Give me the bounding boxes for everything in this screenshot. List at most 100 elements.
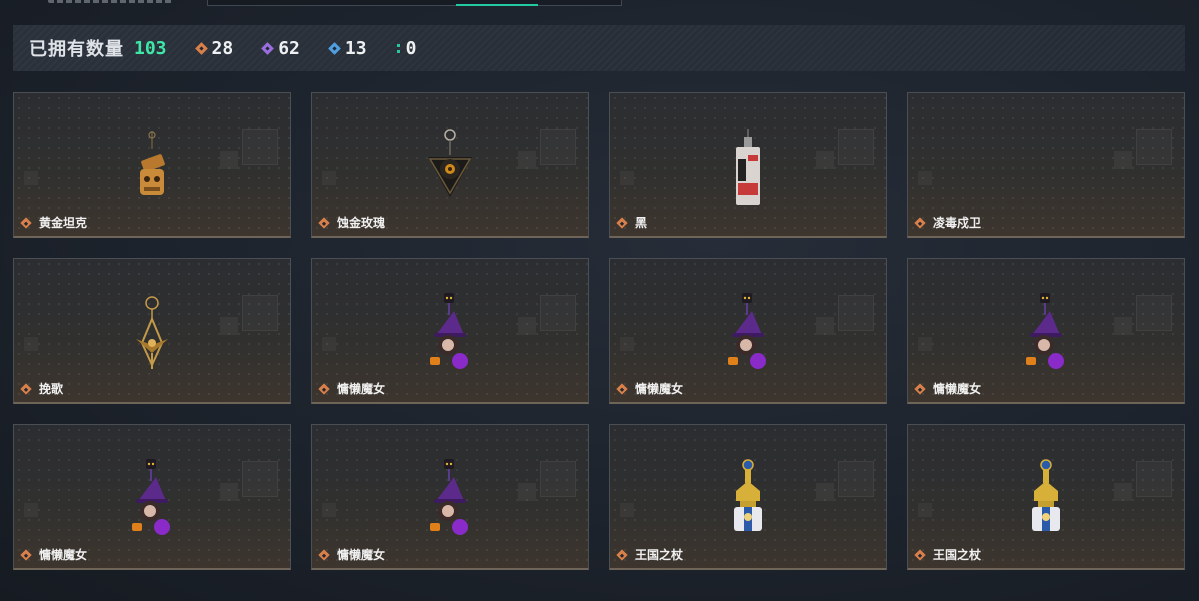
card-background-pattern	[838, 129, 874, 165]
card-background-pattern	[918, 171, 932, 185]
charm-card[interactable]: 蚀金玫瑰	[311, 92, 589, 238]
owned-stats-bar: 已拥有数量 103 28 62 13 0	[13, 25, 1185, 71]
orange-rarity-counter: 28	[194, 37, 234, 59]
card-name-row: 挽歌	[20, 380, 64, 397]
charm-name: 挽歌	[39, 382, 64, 396]
charm-name: 慵懒魔女	[933, 382, 982, 396]
blue-rarity-counter: 13	[328, 37, 367, 59]
card-background-pattern	[322, 171, 336, 185]
card-background-pattern	[838, 461, 874, 497]
card-background-pattern	[816, 483, 834, 501]
card-name-row: 慵懒魔女	[318, 380, 386, 397]
charm-name: 王国之杖	[635, 548, 684, 562]
blue-diamond-icon	[328, 41, 341, 55]
counter-value: 62	[278, 37, 300, 59]
charm-card[interactable]: 黑	[609, 92, 887, 238]
purple-rarity-counter: 62	[261, 37, 300, 59]
card-name-row: 慵懒魔女	[20, 546, 88, 563]
charm-card[interactable]: 慵懒魔女	[907, 258, 1185, 404]
counter-value: 0	[405, 37, 417, 59]
card-background-pattern	[540, 129, 576, 165]
card-name-row: 黑	[616, 214, 648, 231]
card-background-pattern	[518, 151, 536, 169]
charm-card[interactable]: 慵懒魔女	[13, 424, 291, 570]
card-name-row: 蚀金玫瑰	[318, 214, 386, 231]
section-title-cropped	[48, 0, 173, 3]
counter-value: 13	[344, 37, 367, 59]
red-card-charm-image	[735, 128, 761, 206]
kingdom-scepter-charm-image	[1031, 459, 1061, 532]
card-background-pattern	[838, 295, 874, 331]
charm-name: 慵懒魔女	[337, 382, 386, 396]
rarity-diamond-icon	[318, 382, 330, 395]
active-tab-indicator	[456, 4, 538, 6]
charm-name: 黑	[635, 216, 648, 230]
card-background-pattern	[220, 317, 238, 335]
rarity-diamond-icon	[616, 382, 628, 395]
card-background-pattern	[220, 483, 238, 501]
owned-count-total: 103	[134, 37, 167, 59]
card-name-row: 慵懒魔女	[914, 380, 982, 397]
charm-name: 慵懒魔女	[635, 382, 684, 396]
charm-card[interactable]: 凌毒戍卫	[907, 92, 1185, 238]
card-name-row: 王国之杖	[914, 546, 981, 563]
rarity-diamond-icon	[914, 548, 926, 561]
charm-card[interactable]: 黄金坦克	[13, 92, 291, 238]
card-background-pattern	[1136, 295, 1172, 331]
card-background-pattern	[1136, 129, 1172, 165]
charm-name: 黄金坦克	[39, 216, 88, 230]
card-background-pattern	[918, 503, 932, 517]
rarity-diamond-icon	[914, 216, 926, 229]
charm-name: 慵懒魔女	[337, 548, 386, 562]
charm-name: 蚀金玫瑰	[337, 216, 386, 230]
witch-charm-image	[429, 459, 469, 536]
card-background-pattern	[1114, 483, 1132, 501]
teal-rarity-counter: 0	[396, 37, 417, 59]
rarity-diamond-icon	[20, 548, 32, 561]
teal-dots-icon	[396, 43, 400, 53]
card-background-pattern	[242, 295, 278, 331]
rarity-diamond-icon	[616, 216, 628, 229]
counter-value: 28	[211, 37, 234, 59]
rarity-diamond-icon	[318, 216, 330, 229]
card-background-pattern	[540, 295, 576, 331]
card-background-pattern	[322, 503, 336, 517]
card-background-pattern	[1136, 461, 1172, 497]
card-background-pattern	[620, 337, 634, 351]
charm-card[interactable]: 慵懒魔女	[311, 258, 589, 404]
card-background-pattern	[918, 337, 932, 351]
rarity-diamond-icon	[616, 548, 628, 561]
card-name-row: 凌毒戍卫	[914, 214, 982, 231]
card-name-row: 黄金坦克	[20, 214, 88, 231]
black-rose-charm-image	[427, 129, 473, 198]
gold-compass-charm-image	[135, 296, 169, 370]
witch-charm-image	[429, 293, 469, 370]
charm-name: 慵懒魔女	[39, 548, 88, 562]
card-background-pattern	[1114, 151, 1132, 169]
rarity-diamond-icon	[20, 382, 32, 395]
charm-name: 凌毒戍卫	[933, 216, 982, 230]
charm-card[interactable]: 慵懒魔女	[609, 258, 887, 404]
card-background-pattern	[518, 317, 536, 335]
kingdom-scepter-charm-image	[733, 459, 763, 532]
witch-charm-image	[727, 293, 767, 370]
rarity-diamond-icon	[914, 382, 926, 395]
charm-card[interactable]: 王国之杖	[609, 424, 887, 570]
rarity-diamond-icon	[20, 216, 32, 229]
card-background-pattern	[816, 151, 834, 169]
card-name-row: 王国之杖	[616, 546, 684, 563]
card-background-pattern	[220, 151, 238, 169]
card-background-pattern	[24, 337, 38, 351]
top-bar	[0, 0, 1199, 10]
filter-bar-cropped[interactable]	[207, 0, 622, 6]
card-background-pattern	[540, 461, 576, 497]
charm-card[interactable]: 挽歌	[13, 258, 291, 404]
card-background-pattern	[24, 503, 38, 517]
charm-card[interactable]: 王国之杖	[907, 424, 1185, 570]
charm-card[interactable]: 慵懒魔女	[311, 424, 589, 570]
card-background-pattern	[24, 171, 38, 185]
golden-tank-charm-image	[139, 130, 167, 196]
card-background-pattern	[518, 483, 536, 501]
witch-charm-image	[131, 459, 171, 536]
rarity-diamond-icon	[318, 548, 330, 561]
